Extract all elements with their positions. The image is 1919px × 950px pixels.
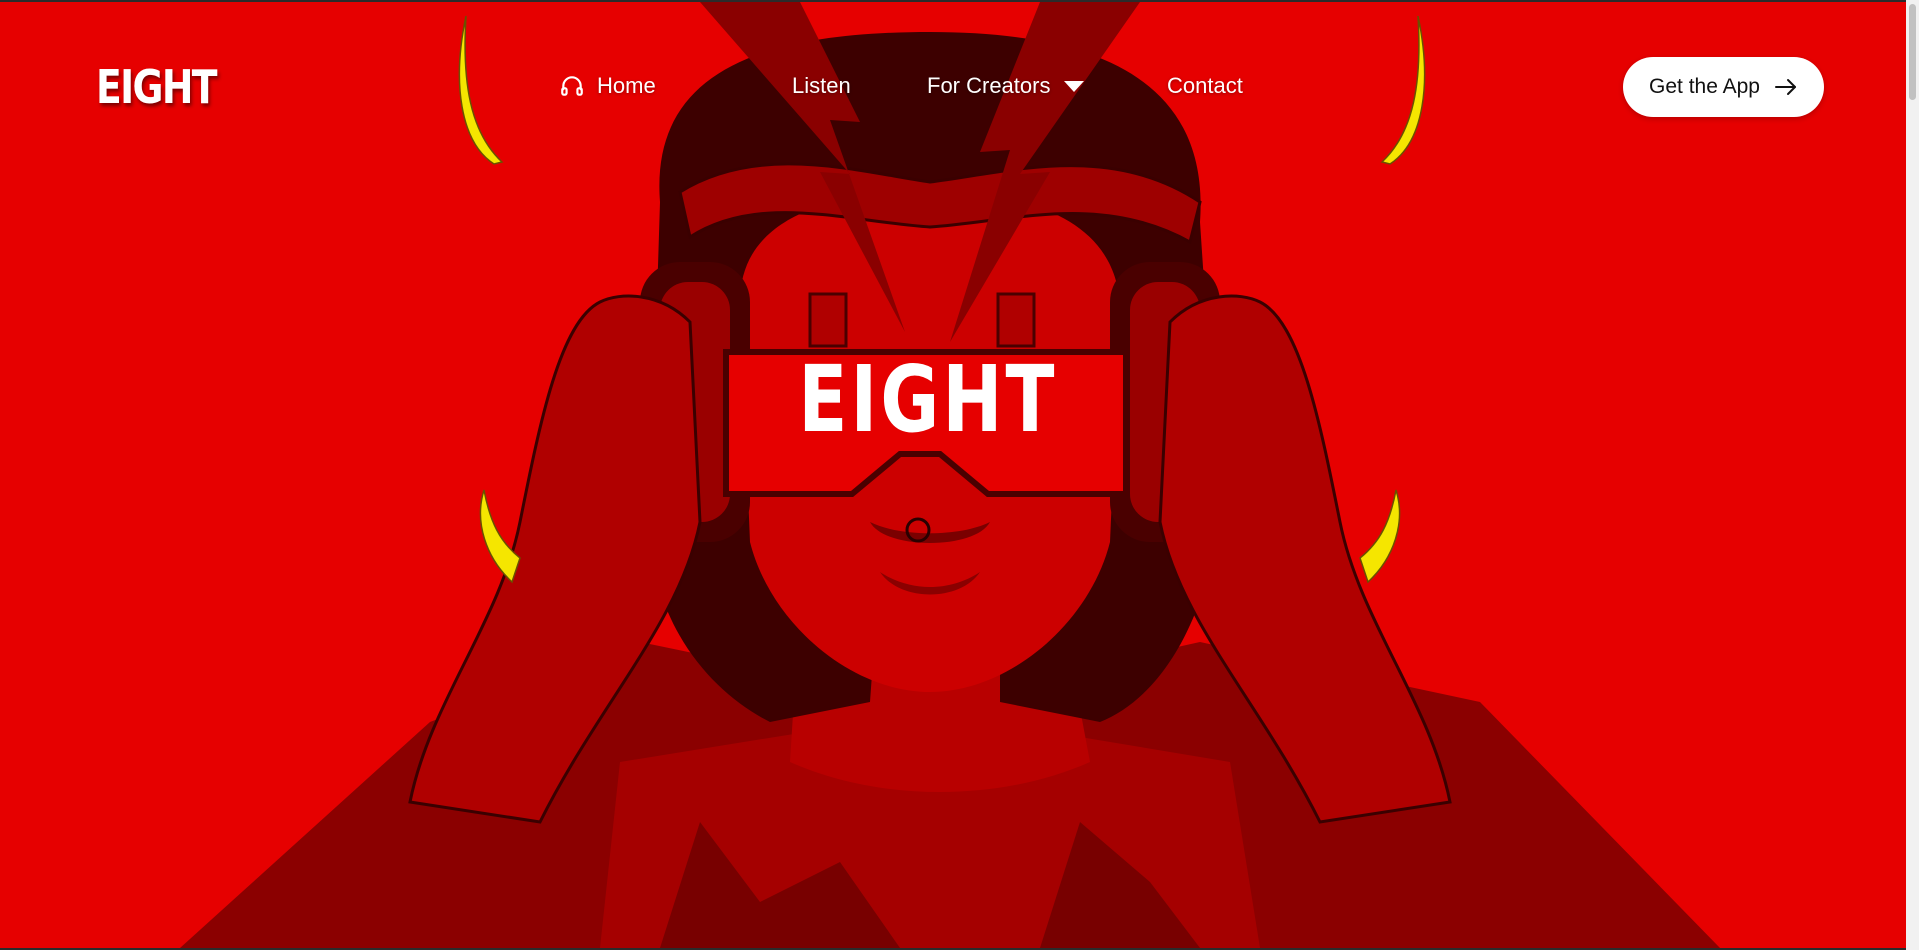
arrow-right-icon: [1774, 77, 1798, 97]
headphones-icon: [559, 73, 585, 99]
scrollbar-thumb[interactable]: [1909, 4, 1916, 100]
top-navigation: EIGHT Home Listen For Creators Contact G…: [0, 2, 1906, 172]
nav-home-label: Home: [597, 73, 656, 98]
nav-listen-label: Listen: [792, 73, 851, 98]
nav-for-creators[interactable]: For Creators: [927, 68, 1085, 104]
nav-listen[interactable]: Listen: [792, 68, 851, 104]
nav-home[interactable]: Home: [559, 68, 656, 104]
nav-for-creators-label: For Creators: [927, 73, 1051, 98]
caret-down-icon: [1064, 80, 1085, 92]
get-the-app-button[interactable]: Get the App: [1623, 57, 1824, 117]
nav-links: Home Listen For Creators Contact: [0, 68, 1906, 108]
visor-logo-text: EIGHT: [798, 346, 1058, 453]
get-the-app-label: Get the App: [1649, 75, 1760, 98]
page-scrollbar[interactable]: [1906, 0, 1919, 950]
hero-section: EIGHT EIGHT Home Listen For Creators Con…: [0, 2, 1906, 948]
nav-contact[interactable]: Contact: [1167, 68, 1243, 104]
nav-contact-label: Contact: [1167, 73, 1243, 98]
